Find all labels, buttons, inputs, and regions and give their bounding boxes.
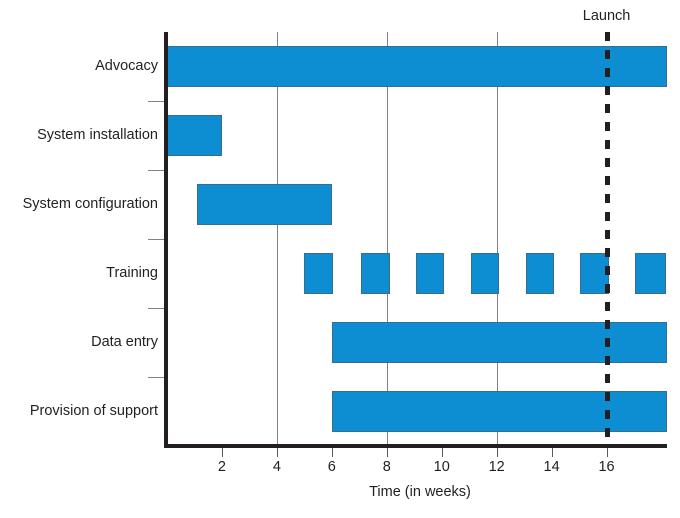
x-axis-tick-6 [331, 448, 333, 457]
launch-milestone-label: Launch [582, 8, 631, 24]
y-axis-label-training: Training [106, 264, 158, 281]
launch-milestone-line [604, 32, 610, 446]
x-axis-tick-label-14: 14 [543, 459, 560, 475]
gantt-bar [331, 322, 667, 363]
y-axis-tick [148, 101, 164, 102]
y-axis-line [164, 32, 168, 448]
y-axis-label-provision-of-support: Provision of support [29, 402, 158, 419]
x-axis-tick-label-8: 8 [382, 459, 391, 475]
gantt-bar [360, 253, 390, 294]
x-axis-tick-label-2: 2 [217, 459, 226, 475]
gantt-bar [525, 253, 555, 294]
x-axis-tick-2 [221, 448, 223, 457]
y-axis-tick [148, 239, 164, 240]
gantt-bar [197, 184, 332, 225]
y-axis-tick [148, 170, 164, 171]
x-axis-title: Time (in weeks) [369, 484, 471, 500]
y-axis-tick [148, 308, 164, 309]
x-axis-tick-label-16: 16 [598, 459, 615, 475]
x-axis-tick-label-12: 12 [488, 459, 505, 475]
y-axis-label-system-configuration: System configuration [22, 195, 158, 212]
gantt-bar [470, 253, 500, 294]
gantt-bar [635, 253, 666, 294]
gantt-chart: Advocacy System installation System config… [0, 0, 680, 518]
y-axis-label-advocacy: Advocacy [95, 57, 158, 74]
gantt-bar [304, 253, 334, 294]
gantt-bar [167, 46, 667, 87]
x-axis-tick-label-10: 10 [433, 459, 450, 475]
gantt-bar [331, 391, 667, 432]
x-axis-tick-4 [276, 448, 278, 457]
gantt-bar [415, 253, 445, 294]
x-axis-tick-16 [606, 448, 608, 457]
x-axis-tick-label-6: 6 [327, 459, 336, 475]
x-axis-line [164, 444, 667, 448]
y-axis-label-system-installation: System installation [37, 126, 158, 143]
y-axis-tick [148, 377, 164, 378]
x-axis-tick-8 [386, 448, 388, 457]
x-axis-tick-10 [441, 448, 443, 457]
plot-area [167, 32, 667, 446]
gantt-bar [167, 115, 222, 156]
x-axis-tick-label-4: 4 [272, 459, 281, 475]
x-axis-tick-12 [496, 448, 498, 457]
x-axis-tick-14 [551, 448, 553, 457]
y-axis-label-data-entry: Data entry [91, 333, 158, 350]
